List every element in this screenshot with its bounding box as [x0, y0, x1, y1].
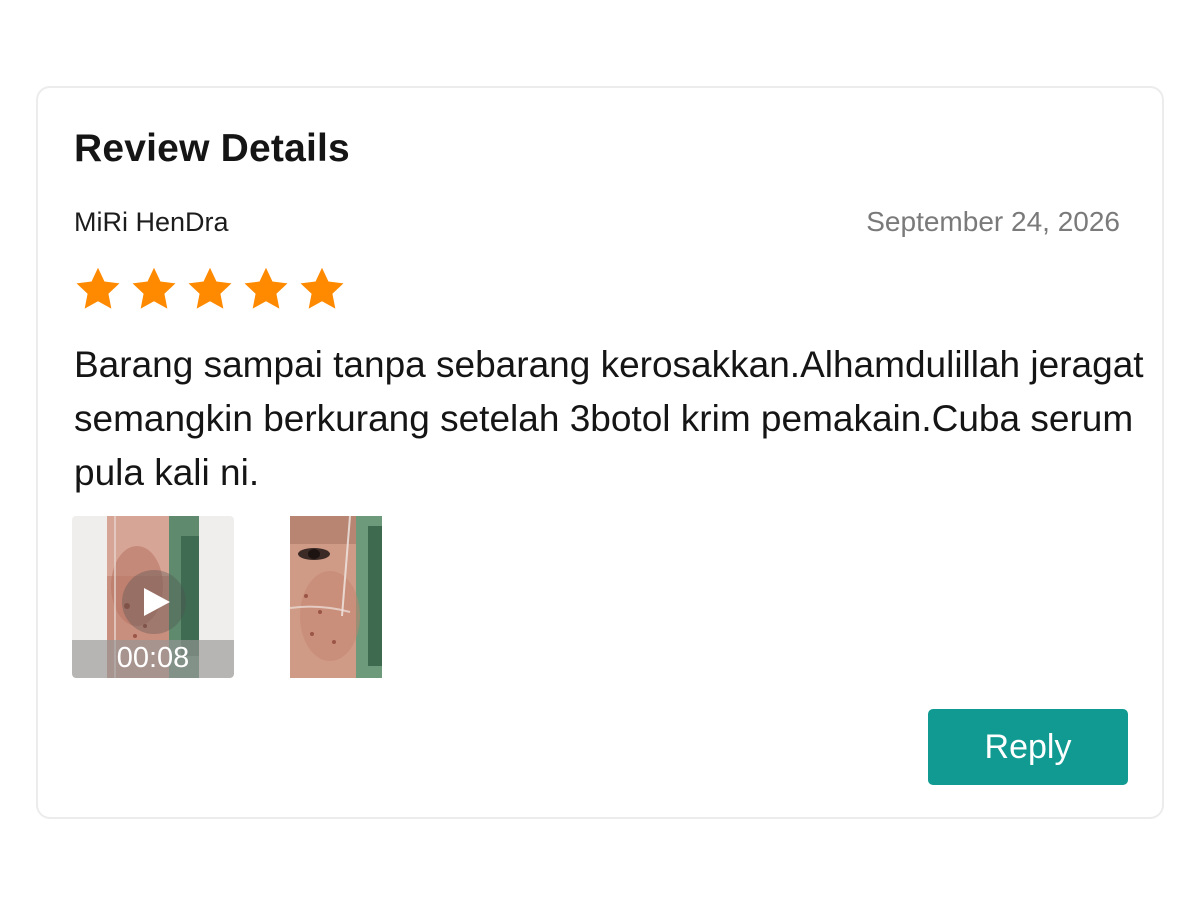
play-icon [144, 588, 170, 616]
review-comment: Barang sampai tanpa sebarang kerosakkan.… [74, 344, 1144, 493]
star-icon [188, 267, 232, 309]
video-duration-overlay: 00:08 [72, 640, 234, 678]
photo-image [290, 516, 382, 678]
review-video-thumbnail[interactable]: 00:08 [72, 516, 234, 678]
play-button[interactable] [122, 570, 186, 634]
review-date: September 24, 2026 [866, 206, 1120, 237]
star-icon [300, 267, 344, 309]
star-icon [244, 267, 288, 309]
review-photo-thumbnail[interactable] [290, 516, 382, 678]
reviewer-name: MiRi HenDra [74, 207, 229, 237]
reply-button[interactable]: Reply [928, 709, 1128, 785]
review-media: 00:08 [72, 516, 412, 678]
review-details-card: Review Details MiRi HenDra September 24,… [36, 86, 1164, 819]
card-title: Review Details [74, 127, 350, 170]
star-rating [72, 264, 348, 314]
star-icon [132, 267, 176, 309]
video-duration: 00:08 [116, 642, 190, 674]
star-icon [76, 267, 120, 309]
